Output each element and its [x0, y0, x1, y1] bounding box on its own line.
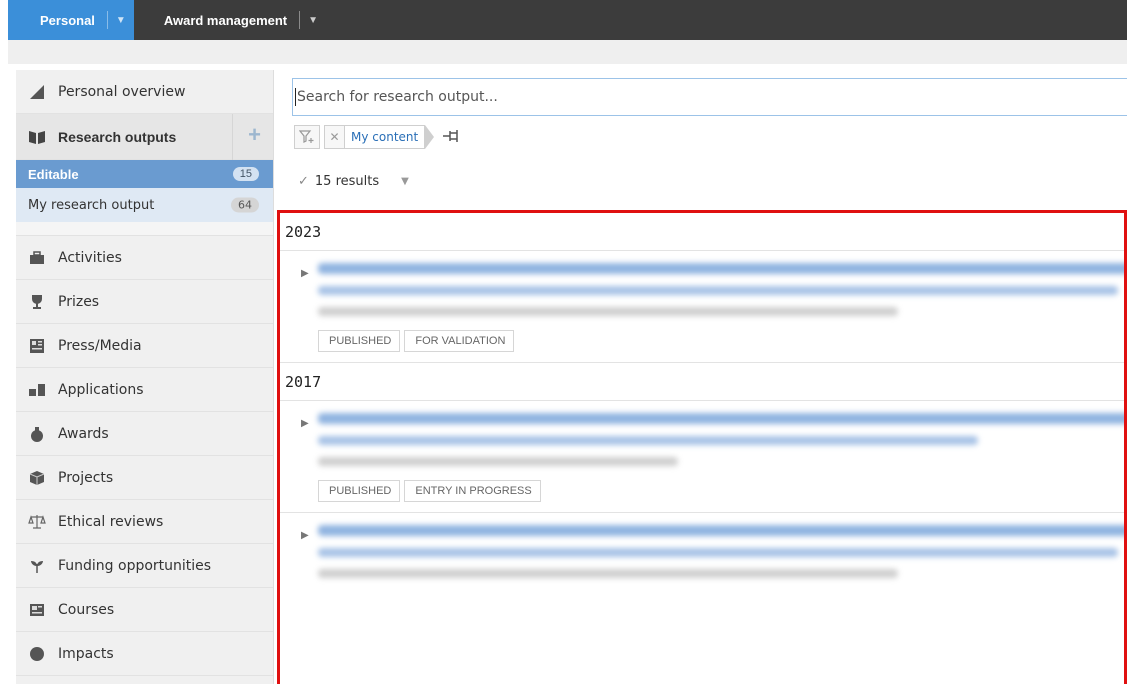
- search-placeholder: Search for research output...: [297, 89, 498, 105]
- sidebar-item-label: Impacts: [58, 645, 114, 662]
- blurred-meta: [318, 457, 678, 466]
- blurred-authors: [318, 286, 1118, 295]
- filter-bar: ✕ My content: [294, 124, 460, 150]
- sidebar-item-label: Ethical reviews: [58, 513, 164, 530]
- results-summary: ✓ 15 results ▼: [298, 174, 409, 189]
- sidebar: Personal overview Research outputs + Edi…: [16, 70, 274, 684]
- status-tags: PUBLISHED FOR VALIDATION: [318, 330, 1124, 362]
- applications-icon: [28, 381, 46, 399]
- briefcase-icon: [28, 249, 46, 267]
- sidebar-item-label: Courses: [58, 601, 115, 618]
- count-badge: 64: [231, 197, 259, 213]
- sidebar-subitem-my-research-output[interactable]: My research output 64: [16, 188, 273, 222]
- cube-icon: [28, 469, 46, 487]
- blurred-authors: [318, 436, 978, 445]
- status-badge: FOR VALIDATION: [404, 330, 515, 352]
- sidebar-item-label: Awards: [58, 425, 109, 442]
- sidebar-item-label: Funding opportunities: [58, 557, 212, 574]
- count-badge: 15: [232, 167, 259, 181]
- tab-award-label: Award management: [163, 12, 288, 28]
- sidebar-item-ethical-reviews[interactable]: Ethical reviews: [16, 500, 273, 544]
- sidebar-item-research-outputs[interactable]: Research outputs +: [16, 114, 273, 160]
- tab-award-management[interactable]: Award management ▼: [134, 0, 332, 40]
- sidebar-item-label: Activities: [58, 249, 122, 266]
- check-icon: ✓: [298, 174, 309, 189]
- blurred-title[interactable]: [318, 263, 1124, 274]
- chevron-down-icon[interactable]: ▼: [116, 15, 126, 26]
- money-bag-icon: [28, 425, 46, 443]
- chip-arrow: [425, 125, 435, 149]
- blurred-title[interactable]: [318, 413, 1124, 424]
- sidebar-spacer: [16, 222, 273, 236]
- list-item[interactable]: ▶ PUBLISHED ENTRY IN PROGRESS: [280, 401, 1124, 513]
- sidebar-item-label: Press/Media: [58, 337, 142, 354]
- sidebar-item-label: Projects: [58, 469, 114, 486]
- sidebar-item-prizes[interactable]: Prizes: [16, 280, 273, 324]
- sidebar-item-label: Applications: [58, 381, 144, 398]
- status-tags: PUBLISHED ENTRY IN PROGRESS: [318, 480, 1124, 512]
- search-input[interactable]: Search for research output...: [292, 78, 1127, 116]
- sidebar-item-label: Personal overview: [58, 83, 186, 100]
- sub-header-bar: [8, 40, 1127, 64]
- overview-icon: [28, 83, 46, 101]
- sidebar-item-funding-opportunities[interactable]: Funding opportunities: [16, 544, 273, 588]
- top-navigation-bar: Personal ▼ Award management ▼: [8, 0, 1127, 40]
- tab-personal-label: Personal: [40, 12, 95, 28]
- sidebar-item-label: Research outputs: [58, 128, 177, 145]
- impacts-icon: [28, 645, 46, 663]
- divider: [106, 11, 108, 29]
- chevron-down-icon[interactable]: ▼: [401, 176, 409, 187]
- courses-icon: [28, 601, 46, 619]
- text-cursor: [295, 88, 296, 106]
- expand-triangle-icon[interactable]: ▶: [301, 418, 309, 429]
- newspaper-icon: [28, 337, 46, 355]
- blurred-authors: [318, 548, 1118, 557]
- add-research-output-icon[interactable]: +: [248, 124, 261, 146]
- status-badge: PUBLISHED: [318, 330, 401, 352]
- book-icon: [28, 128, 46, 146]
- expand-triangle-icon[interactable]: ▶: [301, 530, 309, 541]
- sidebar-item-awards[interactable]: Awards: [16, 412, 273, 456]
- trophy-icon: [28, 293, 46, 311]
- sidebar-subitem-label: My research output: [28, 197, 155, 213]
- expand-triangle-icon[interactable]: ▶: [301, 268, 309, 279]
- sidebar-item-press-media[interactable]: Press/Media: [16, 324, 273, 368]
- divider: [232, 114, 233, 160]
- results-count: 15 results: [314, 174, 380, 189]
- sidebar-subitem-editable[interactable]: Editable 15: [16, 160, 273, 188]
- sidebar-item-label: Prizes: [58, 293, 100, 310]
- divider: [299, 11, 301, 29]
- sidebar-item-personal-overview[interactable]: Personal overview: [16, 70, 273, 114]
- year-group-header: 2023: [280, 213, 1124, 251]
- pin-icon[interactable]: [442, 128, 460, 147]
- scales-icon: [28, 513, 46, 531]
- year-group-header: 2017: [280, 363, 1124, 401]
- remove-filter-icon[interactable]: ✕: [324, 125, 344, 149]
- tab-personal[interactable]: Personal ▼: [8, 0, 134, 40]
- sprout-icon: [28, 557, 46, 575]
- blurred-meta: [318, 307, 898, 316]
- status-badge: PUBLISHED: [318, 480, 401, 502]
- list-item[interactable]: ▶ PUBLISHED FOR VALIDATION: [280, 251, 1124, 363]
- list-item[interactable]: ▶: [280, 513, 1124, 578]
- add-filter-icon[interactable]: [294, 125, 320, 149]
- status-badge: ENTRY IN PROGRESS: [404, 480, 541, 502]
- sidebar-item-applications[interactable]: Applications: [16, 368, 273, 412]
- blurred-title[interactable]: [318, 525, 1124, 536]
- sidebar-item-impacts[interactable]: Impacts: [16, 632, 273, 676]
- sidebar-item-activities[interactable]: Activities: [16, 236, 273, 280]
- chevron-down-icon[interactable]: ▼: [308, 15, 318, 26]
- filter-chip-my-content[interactable]: My content: [344, 125, 426, 149]
- blurred-meta: [318, 569, 898, 578]
- sidebar-subitem-label: Editable: [28, 166, 79, 182]
- sidebar-item-projects[interactable]: Projects: [16, 456, 273, 500]
- sidebar-item-courses[interactable]: Courses: [16, 588, 273, 632]
- results-list-highlight: 2023 ▶ PUBLISHED FOR VALIDATION 2017 ▶ P…: [277, 210, 1127, 684]
